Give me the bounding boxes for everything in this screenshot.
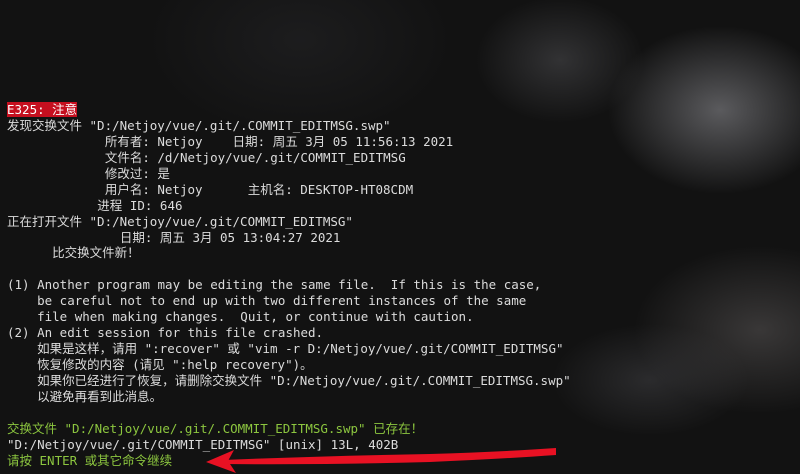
error-header-line: E325: 注意	[7, 102, 800, 118]
arrow-shaft	[222, 448, 556, 465]
swap-file-found-line: 发现交换文件 "D:/Netjoy/vue/.git/.COMMIT_EDITM…	[7, 117, 391, 133]
warning-line-1: (1) Another program may be editing the s…	[7, 277, 542, 293]
user-host-line: 用户名: Netjoy 主机名: DESKTOP-HT08CDM	[7, 181, 414, 197]
newer-than-swap-line: 比交换文件新！	[7, 245, 140, 261]
crash-line-5: 以避免再看到此消息。	[7, 388, 163, 404]
terminal-window[interactable]: E325: 注意 发现交换文件 "D:/Netjoy/vue/.git/.COM…	[0, 0, 800, 474]
crash-line-4: 如果你已经进行了恢复，请删除交换文件 "D:/Netjoy/vue/.git/.…	[7, 372, 571, 388]
modified-line: 修改过: 是	[7, 165, 170, 181]
crash-line-3: 恢复修改的内容 (请见 ":help recovery")。	[7, 357, 313, 372]
process-id-line: 进程 ID: 646	[7, 197, 183, 213]
owner-date-line: 所有者: Netjoy 日期: 周五 3月 05 11:56:13 2021	[7, 133, 454, 149]
swap-exists-line: 交换文件 "D:/Netjoy/vue/.git/.COMMIT_EDITMSG…	[7, 420, 424, 436]
red-arrow-annotation	[206, 448, 556, 473]
warning-line-2: be careful not to end up with two differ…	[7, 293, 527, 309]
error-code-label: E325: 注意	[7, 102, 78, 117]
opening-file-line: 正在打开文件 "D:/Netjoy/vue/.git/COMMIT_EDITMS…	[7, 213, 353, 229]
file-date-line: 日期: 周五 3月 05 13:04:27 2021	[7, 229, 341, 245]
terminal-output: E325: 注意 发现交换文件 "D:/Netjoy/vue/.git/.COM…	[7, 102, 800, 469]
filename-line: 文件名: /d/Netjoy/vue/.git/COMMIT_EDITMSG	[7, 149, 406, 165]
crash-line-2: 如果是这样，请用 ":recover" 或 "vim -r D:/Netjoy/…	[7, 341, 564, 357]
warning-line-3: file when making changes. Quit, or conti…	[7, 309, 474, 325]
crash-line-1: (2) An edit session for this file crashe…	[7, 325, 324, 341]
